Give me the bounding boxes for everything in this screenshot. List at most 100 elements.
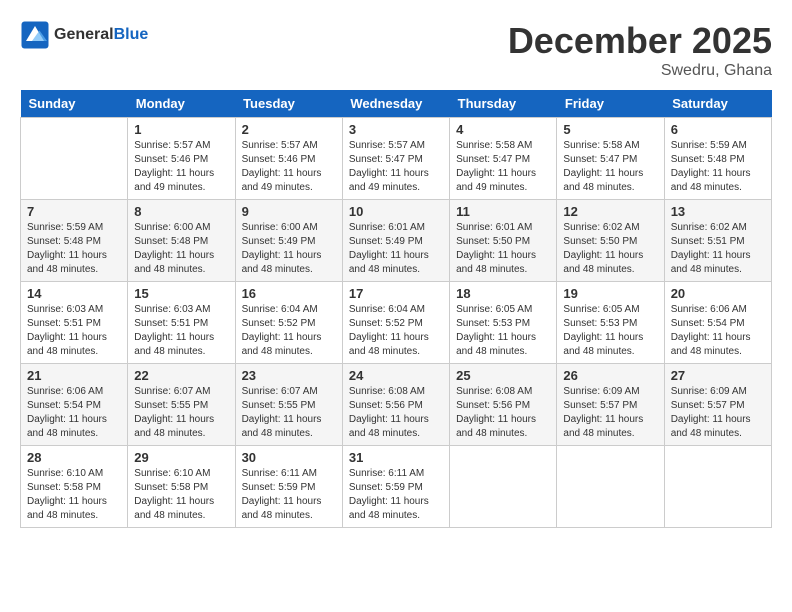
daylight-text: Daylight: 11 hours and 48 minutes. <box>349 414 429 439</box>
sunset-text: Sunset: 5:52 PM <box>349 318 423 329</box>
calendar-cell: 26 Sunrise: 6:09 AM Sunset: 5:57 PM Dayl… <box>557 364 664 446</box>
cell-info: Sunrise: 6:05 AM Sunset: 5:53 PM Dayligh… <box>563 303 657 359</box>
daylight-text: Daylight: 11 hours and 49 minutes. <box>242 168 322 193</box>
daylight-text: Daylight: 11 hours and 48 minutes. <box>349 250 429 275</box>
sunrise-text: Sunrise: 6:03 AM <box>134 304 210 315</box>
cell-info: Sunrise: 6:08 AM Sunset: 5:56 PM Dayligh… <box>456 385 550 441</box>
sunrise-text: Sunrise: 6:11 AM <box>349 468 424 479</box>
sunrise-text: Sunrise: 6:00 AM <box>242 222 318 233</box>
sunset-text: Sunset: 5:58 PM <box>134 482 208 493</box>
sunset-text: Sunset: 5:51 PM <box>27 318 101 329</box>
cell-info: Sunrise: 6:06 AM Sunset: 5:54 PM Dayligh… <box>27 385 121 441</box>
daylight-text: Daylight: 11 hours and 48 minutes. <box>563 250 643 275</box>
calendar-cell: 24 Sunrise: 6:08 AM Sunset: 5:56 PM Dayl… <box>342 364 449 446</box>
date-number: 24 <box>349 368 443 383</box>
sunset-text: Sunset: 5:58 PM <box>27 482 101 493</box>
calendar-cell: 6 Sunrise: 5:59 AM Sunset: 5:48 PM Dayli… <box>664 118 771 200</box>
day-header-friday: Friday <box>557 90 664 118</box>
calendar-cell: 1 Sunrise: 5:57 AM Sunset: 5:46 PM Dayli… <box>128 118 235 200</box>
calendar-cell: 20 Sunrise: 6:06 AM Sunset: 5:54 PM Dayl… <box>664 282 771 364</box>
calendar-cell: 27 Sunrise: 6:09 AM Sunset: 5:57 PM Dayl… <box>664 364 771 446</box>
date-number: 19 <box>563 286 657 301</box>
cell-info: Sunrise: 5:59 AM Sunset: 5:48 PM Dayligh… <box>671 139 765 195</box>
sunset-text: Sunset: 5:48 PM <box>671 154 745 165</box>
date-number: 22 <box>134 368 228 383</box>
sunset-text: Sunset: 5:55 PM <box>134 400 208 411</box>
cell-info: Sunrise: 6:11 AM Sunset: 5:59 PM Dayligh… <box>349 467 443 523</box>
daylight-text: Daylight: 11 hours and 48 minutes. <box>349 496 429 521</box>
date-number: 5 <box>563 122 657 137</box>
calendar-header-row: SundayMondayTuesdayWednesdayThursdayFrid… <box>21 90 772 118</box>
sunset-text: Sunset: 5:54 PM <box>27 400 101 411</box>
calendar-cell: 5 Sunrise: 5:58 AM Sunset: 5:47 PM Dayli… <box>557 118 664 200</box>
sunset-text: Sunset: 5:52 PM <box>242 318 316 329</box>
cell-info: Sunrise: 6:05 AM Sunset: 5:53 PM Dayligh… <box>456 303 550 359</box>
sunset-text: Sunset: 5:47 PM <box>563 154 637 165</box>
sunrise-text: Sunrise: 5:58 AM <box>456 140 532 151</box>
sunrise-text: Sunrise: 6:06 AM <box>27 386 103 397</box>
sunrise-text: Sunrise: 6:01 AM <box>456 222 532 233</box>
calendar-cell: 8 Sunrise: 6:00 AM Sunset: 5:48 PM Dayli… <box>128 200 235 282</box>
calendar-cell: 28 Sunrise: 6:10 AM Sunset: 5:58 PM Dayl… <box>21 446 128 528</box>
daylight-text: Daylight: 11 hours and 48 minutes. <box>242 250 322 275</box>
daylight-text: Daylight: 11 hours and 48 minutes. <box>134 332 214 357</box>
daylight-text: Daylight: 11 hours and 48 minutes. <box>27 250 107 275</box>
sunrise-text: Sunrise: 6:01 AM <box>349 222 425 233</box>
date-number: 3 <box>349 122 443 137</box>
cell-info: Sunrise: 5:57 AM Sunset: 5:46 PM Dayligh… <box>134 139 228 195</box>
date-number: 18 <box>456 286 550 301</box>
sunrise-text: Sunrise: 6:02 AM <box>671 222 747 233</box>
daylight-text: Daylight: 11 hours and 48 minutes. <box>671 250 751 275</box>
calendar-cell: 16 Sunrise: 6:04 AM Sunset: 5:52 PM Dayl… <box>235 282 342 364</box>
sunset-text: Sunset: 5:50 PM <box>456 236 530 247</box>
calendar-week-5: 28 Sunrise: 6:10 AM Sunset: 5:58 PM Dayl… <box>21 446 772 528</box>
daylight-text: Daylight: 11 hours and 49 minutes. <box>134 168 214 193</box>
calendar-cell: 12 Sunrise: 6:02 AM Sunset: 5:50 PM Dayl… <box>557 200 664 282</box>
calendar-cell: 17 Sunrise: 6:04 AM Sunset: 5:52 PM Dayl… <box>342 282 449 364</box>
sunrise-text: Sunrise: 5:57 AM <box>134 140 210 151</box>
calendar-cell: 18 Sunrise: 6:05 AM Sunset: 5:53 PM Dayl… <box>450 282 557 364</box>
cell-info: Sunrise: 6:06 AM Sunset: 5:54 PM Dayligh… <box>671 303 765 359</box>
calendar-cell: 15 Sunrise: 6:03 AM Sunset: 5:51 PM Dayl… <box>128 282 235 364</box>
date-number: 21 <box>27 368 121 383</box>
daylight-text: Daylight: 11 hours and 48 minutes. <box>27 332 107 357</box>
calendar-cell: 2 Sunrise: 5:57 AM Sunset: 5:46 PM Dayli… <box>235 118 342 200</box>
date-number: 31 <box>349 450 443 465</box>
cell-info: Sunrise: 6:01 AM Sunset: 5:49 PM Dayligh… <box>349 221 443 277</box>
sunset-text: Sunset: 5:55 PM <box>242 400 316 411</box>
day-header-saturday: Saturday <box>664 90 771 118</box>
cell-info: Sunrise: 6:03 AM Sunset: 5:51 PM Dayligh… <box>134 303 228 359</box>
sunrise-text: Sunrise: 5:59 AM <box>671 140 747 151</box>
sunset-text: Sunset: 5:50 PM <box>563 236 637 247</box>
cell-info: Sunrise: 5:57 AM Sunset: 5:47 PM Dayligh… <box>349 139 443 195</box>
daylight-text: Daylight: 11 hours and 48 minutes. <box>27 496 107 521</box>
daylight-text: Daylight: 11 hours and 49 minutes. <box>349 168 429 193</box>
cell-info: Sunrise: 6:04 AM Sunset: 5:52 PM Dayligh… <box>349 303 443 359</box>
date-number: 29 <box>134 450 228 465</box>
daylight-text: Daylight: 11 hours and 48 minutes. <box>134 250 214 275</box>
daylight-text: Daylight: 11 hours and 48 minutes. <box>242 496 322 521</box>
daylight-text: Daylight: 11 hours and 48 minutes. <box>671 332 751 357</box>
sunset-text: Sunset: 5:49 PM <box>349 236 423 247</box>
date-number: 23 <box>242 368 336 383</box>
sunrise-text: Sunrise: 6:00 AM <box>134 222 210 233</box>
daylight-text: Daylight: 11 hours and 48 minutes. <box>27 414 107 439</box>
date-number: 2 <box>242 122 336 137</box>
day-header-thursday: Thursday <box>450 90 557 118</box>
calendar-cell: 23 Sunrise: 6:07 AM Sunset: 5:55 PM Dayl… <box>235 364 342 446</box>
day-header-sunday: Sunday <box>21 90 128 118</box>
calendar-cell <box>664 446 771 528</box>
cell-info: Sunrise: 6:11 AM Sunset: 5:59 PM Dayligh… <box>242 467 336 523</box>
daylight-text: Daylight: 11 hours and 48 minutes. <box>671 414 751 439</box>
sunset-text: Sunset: 5:56 PM <box>349 400 423 411</box>
date-number: 26 <box>563 368 657 383</box>
cell-info: Sunrise: 6:09 AM Sunset: 5:57 PM Dayligh… <box>671 385 765 441</box>
date-number: 30 <box>242 450 336 465</box>
sunset-text: Sunset: 5:49 PM <box>242 236 316 247</box>
sunset-text: Sunset: 5:59 PM <box>242 482 316 493</box>
calendar-cell <box>21 118 128 200</box>
cell-info: Sunrise: 6:02 AM Sunset: 5:51 PM Dayligh… <box>671 221 765 277</box>
sunrise-text: Sunrise: 5:59 AM <box>27 222 103 233</box>
calendar-cell: 10 Sunrise: 6:01 AM Sunset: 5:49 PM Dayl… <box>342 200 449 282</box>
daylight-text: Daylight: 11 hours and 48 minutes. <box>242 414 322 439</box>
